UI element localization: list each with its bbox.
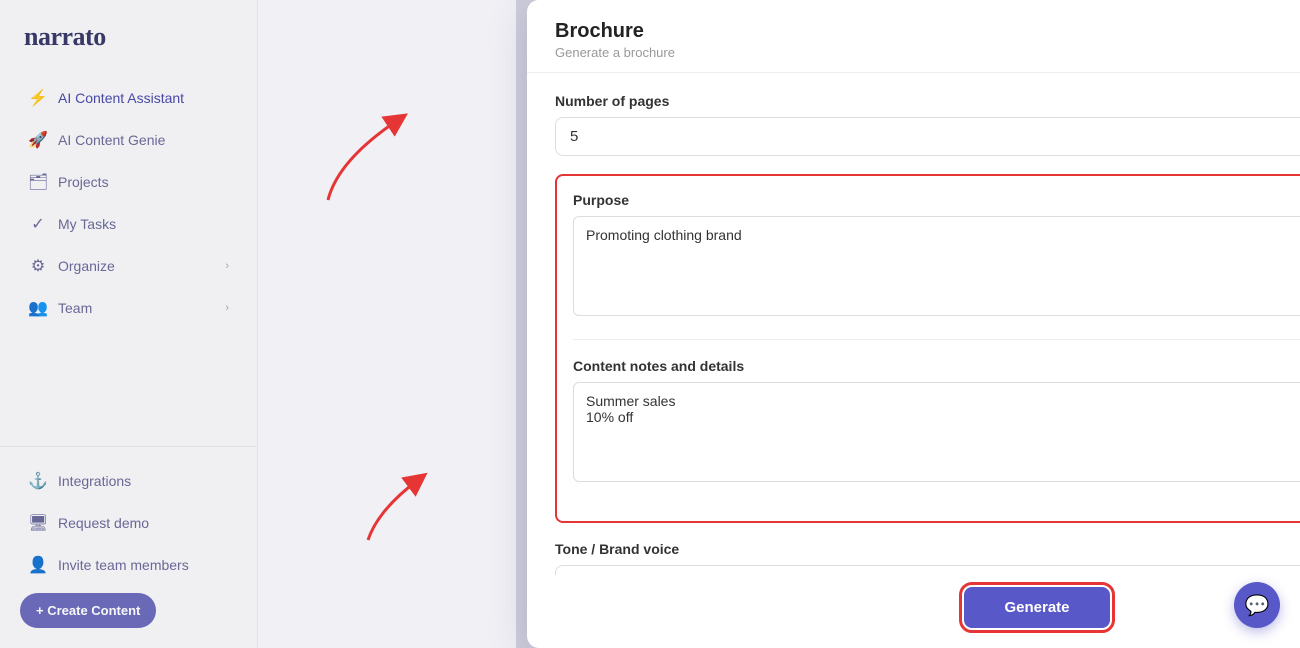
- modal-subtitle: Generate a brochure: [555, 45, 675, 60]
- sidebar-item-organize[interactable]: ⚙ Organize ›: [8, 246, 249, 286]
- chevron-down-icon: ›: [225, 302, 229, 314]
- sidebar-item-ai-content-assistant[interactable]: ⚡ AI Content Assistant: [8, 78, 249, 118]
- modal-body: Number of pages ▲ ▼ Purpose Promoting c: [527, 73, 1300, 575]
- sidebar-item-integrations[interactable]: ⚓ Integrations: [8, 461, 249, 501]
- tone-select[interactable]: Friendly Professional Casual Formal Witt…: [555, 565, 1300, 575]
- invite-icon: 👤: [28, 555, 48, 575]
- sidebar-bottom: ⚓ Integrations 🖥 Request demo 👤 Invite t…: [0, 446, 257, 648]
- sidebar-item-request-demo[interactable]: 🖥 Request demo: [8, 503, 249, 543]
- ai-genie-icon: 🚀: [28, 130, 48, 150]
- sidebar-item-label: AI Content Assistant: [58, 90, 184, 106]
- projects-icon: 🗂: [28, 172, 48, 192]
- tone-select-wrap: Friendly Professional Casual Formal Witt…: [555, 565, 1300, 575]
- sidebar-item-team[interactable]: 👥 Team ›: [8, 288, 249, 328]
- content-textarea-wrap: Summer sales 10% off: [573, 382, 1300, 487]
- number-of-pages-group: Number of pages ▲ ▼: [555, 93, 1300, 156]
- sidebar-nav: ⚡ AI Content Assistant 🚀 AI Content Geni…: [0, 68, 257, 446]
- modal-header: Brochure Generate a brochure ×: [527, 0, 1300, 73]
- sidebar-item-label: Request demo: [58, 515, 149, 531]
- create-content-button[interactable]: + Create Content: [20, 593, 156, 628]
- sidebar-item-label: Integrations: [58, 473, 131, 489]
- sidebar-item-label: Organize: [58, 258, 115, 274]
- modal-header-left: Brochure Generate a brochure: [555, 20, 675, 60]
- tone-label: Tone / Brand voice: [555, 541, 1300, 557]
- content-notes-textarea[interactable]: Summer sales 10% off: [573, 382, 1300, 482]
- purpose-char-count: 24 / 10000: [573, 325, 1300, 339]
- modal-backdrop: Brochure Generate a brochure × Number of…: [516, 0, 1300, 648]
- sidebar-item-label: Invite team members: [58, 557, 189, 573]
- annotation-arrow-1: [318, 100, 448, 225]
- purpose-label: Purpose: [573, 192, 1300, 208]
- logo-area: nаrrato: [0, 0, 257, 68]
- sidebar-item-ai-content-genie[interactable]: 🚀 AI Content Genie: [8, 120, 249, 160]
- tasks-icon: ✓: [28, 214, 48, 234]
- ai-assistant-icon: ⚡: [28, 88, 48, 108]
- section-divider: [573, 339, 1300, 340]
- modal-title: Brochure: [555, 20, 675, 43]
- app-logo: nаrrato: [24, 22, 106, 51]
- annotation-arrow-2: [358, 470, 458, 555]
- chat-icon: 💬: [1245, 593, 1270, 618]
- brochure-modal: Brochure Generate a brochure × Number of…: [527, 0, 1300, 648]
- number-of-pages-input[interactable]: [555, 117, 1300, 156]
- sidebar-item-label: AI Content Genie: [58, 132, 165, 148]
- sidebar-item-invite-team[interactable]: 👤 Invite team members: [8, 545, 249, 585]
- sidebar-item-projects[interactable]: 🗂 Projects: [8, 162, 249, 202]
- modal-footer: Generate: [527, 575, 1300, 648]
- generate-button[interactable]: Generate: [964, 587, 1109, 628]
- number-of-pages-label: Number of pages: [555, 93, 1300, 109]
- sidebar: nаrrato ⚡ AI Content Assistant 🚀 AI Cont…: [0, 0, 258, 648]
- sidebar-item-label: My Tasks: [58, 216, 116, 232]
- chat-bubble-button[interactable]: 💬: [1234, 582, 1280, 628]
- purpose-textarea-wrap: Promoting clothing brand: [573, 216, 1300, 321]
- organize-icon: ⚙: [28, 256, 48, 276]
- tone-group: Tone / Brand voice Friendly Professional…: [555, 541, 1300, 575]
- content-notes-label: Content notes and details: [573, 358, 1300, 374]
- number-input-wrap: ▲ ▼: [555, 117, 1300, 156]
- sidebar-item-my-tasks[interactable]: ✓ My Tasks: [8, 204, 249, 244]
- purpose-textarea[interactable]: Promoting clothing brand: [573, 216, 1300, 316]
- chevron-down-icon: ›: [225, 260, 229, 272]
- request-demo-icon: 🖥: [28, 513, 48, 533]
- red-outline-section: Purpose Promoting clothing brand 24 / 10…: [555, 174, 1300, 523]
- sidebar-item-label: Team: [58, 300, 92, 316]
- sidebar-item-label: Projects: [58, 174, 109, 190]
- content-char-count: 20 / 10000: [573, 491, 1300, 505]
- integrations-icon: ⚓: [28, 471, 48, 491]
- team-icon: 👥: [28, 298, 48, 318]
